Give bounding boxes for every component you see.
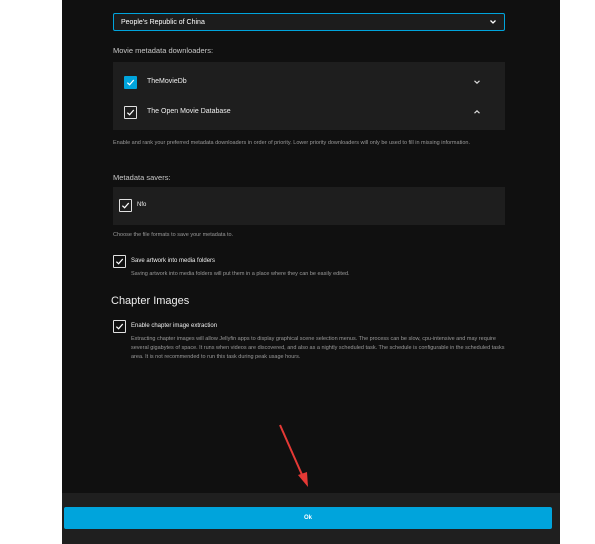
chapter-images-heading: Chapter Images	[111, 295, 190, 307]
savers-help: Choose the file formats to save your met…	[113, 232, 234, 238]
chapter-extraction-label: Enable chapter image extraction	[131, 323, 218, 329]
chevron-down-icon[interactable]	[473, 78, 481, 86]
downloaders-label: Movie metadata downloaders:	[113, 46, 214, 55]
downloader-label: The Open Movie Database	[147, 108, 231, 115]
savers-label: Metadata savers:	[113, 173, 171, 182]
downloaders-list: TheMovieDb The Open Movie Database	[113, 62, 505, 130]
checkmark-icon	[115, 323, 124, 330]
downloader-item-themoviedb: TheMovieDb	[113, 68, 505, 96]
library-options-dialog: People's Republic of China Movie metadat…	[62, 0, 560, 544]
country-select-value: People's Republic of China	[121, 18, 205, 26]
savers-list: Nfo	[113, 187, 505, 225]
downloaders-help: Enable and rank your preferred metadata …	[113, 140, 470, 146]
red-arrow-icon	[279, 424, 308, 487]
save-artwork-help: Saving artwork into media folders will p…	[131, 271, 350, 277]
omdb-checkbox[interactable]	[124, 106, 137, 119]
chapter-extraction-help: Extracting chapter images will allow Jel…	[131, 336, 505, 360]
save-artwork-checkbox[interactable]	[113, 255, 126, 268]
checkmark-icon	[115, 258, 124, 265]
checkmark-icon	[126, 109, 135, 116]
nfo-label: Nfo	[137, 202, 147, 208]
themoviedb-checkbox[interactable]	[124, 76, 137, 89]
chevron-down-icon	[490, 20, 496, 24]
nfo-checkbox[interactable]	[119, 199, 132, 212]
dialog-footer: Ok	[62, 493, 560, 544]
checkmark-icon	[121, 202, 130, 209]
downloader-item-omdb: The Open Movie Database	[113, 99, 505, 127]
chapter-extraction-checkbox[interactable]	[113, 320, 126, 333]
downloader-label: TheMovieDb	[147, 78, 187, 85]
checkmark-icon	[126, 79, 135, 86]
save-artwork-label: Save artwork into media folders	[131, 258, 216, 264]
ok-button[interactable]: Ok	[64, 507, 552, 529]
country-select[interactable]: People's Republic of China	[113, 13, 505, 31]
chevron-up-icon[interactable]	[473, 108, 481, 116]
